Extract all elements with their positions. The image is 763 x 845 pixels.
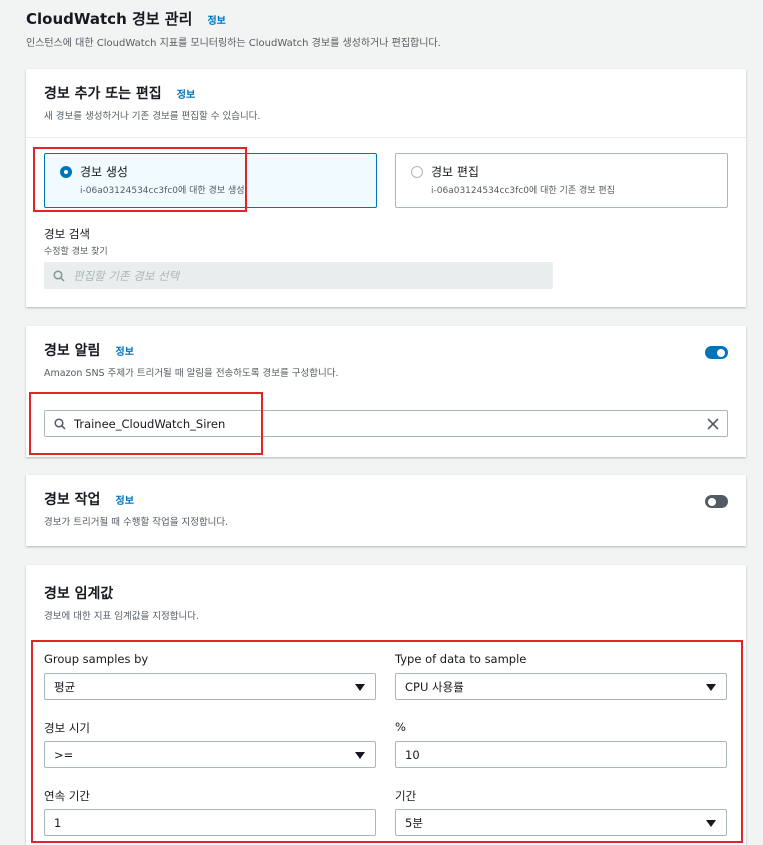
data-type-label: Type of data to sample xyxy=(395,652,527,666)
page-description: 인스턴스에 대한 CloudWatch 지표를 모니터링하는 CloudWatc… xyxy=(26,38,441,49)
action-description: 경보가 트리거될 때 수행할 작업을 지정합니다. xyxy=(44,517,229,528)
period-select[interactable]: 5분 xyxy=(395,809,727,836)
page-header: CloudWatch 경보 관리 정보 인스턴스에 대한 CloudWatch … xyxy=(26,8,441,49)
threshold-description: 경보에 대한 지표 임계값을 지정합니다. xyxy=(44,611,199,622)
action-toggle-knob xyxy=(708,497,716,506)
alarm-search-label: 경보 검색 xyxy=(44,227,90,241)
create-alarm-option[interactable]: 경보 생성 i-06a03124534cc3fc0에 대한 경보 생성 xyxy=(44,153,377,208)
notification-info-link[interactable]: 정보 xyxy=(116,347,134,358)
alarm-when-value: >= xyxy=(54,747,74,762)
page-title: CloudWatch 경보 관리 xyxy=(26,10,193,28)
alarm-when-label: 경보 시기 xyxy=(44,721,90,735)
notification-description: Amazon SNS 주제가 트리거될 때 알림을 전송하도록 경보를 구성합니… xyxy=(44,368,339,379)
threshold-panel: 경보 임계값 경보에 대한 지표 임계값을 지정합니다. Group sampl… xyxy=(26,565,746,845)
threshold-title: 경보 임계값 xyxy=(44,586,114,602)
alarm-search-sub: 수정할 경보 찾기 xyxy=(44,247,108,257)
add-edit-body: 경보 생성 i-06a03124534cc3fc0에 대한 경보 생성 경보 편… xyxy=(26,138,746,308)
data-type-value: CPU 사용률 xyxy=(405,679,464,694)
percent-value: 10 xyxy=(405,747,420,762)
notification-toggle[interactable] xyxy=(705,346,728,359)
caret-down-icon xyxy=(355,684,365,691)
create-alarm-label: 경보 생성 xyxy=(80,165,128,179)
action-title: 경보 작업 xyxy=(44,492,101,508)
consecutive-value: 1 xyxy=(54,815,62,830)
notification-toggle-knob xyxy=(717,348,725,357)
data-type-select[interactable]: CPU 사용률 xyxy=(395,673,727,700)
alarm-search-placeholder: 편집할 기존 경보 선택 xyxy=(73,268,180,283)
edit-alarm-sub: i-06a03124534cc3fc0에 대한 기존 경보 편집 xyxy=(431,186,615,196)
caret-down-icon xyxy=(355,752,365,759)
action-header: 경보 작업 정보 경보가 트리거될 때 수행할 작업을 지정합니다. xyxy=(26,475,746,540)
caret-down-icon xyxy=(706,820,716,827)
consecutive-input[interactable]: 1 xyxy=(44,809,376,836)
add-edit-info-link[interactable]: 정보 xyxy=(177,90,195,101)
period-value: 5분 xyxy=(405,815,423,830)
add-edit-title: 경보 추가 또는 편집 xyxy=(44,86,162,102)
group-by-label: Group samples by xyxy=(44,652,149,666)
clear-icon[interactable] xyxy=(707,418,719,430)
sns-topic-input[interactable]: Trainee_CloudWatch_Siren xyxy=(44,410,728,437)
search-icon xyxy=(54,417,66,430)
create-alarm-radio[interactable] xyxy=(60,166,72,178)
action-toggle[interactable] xyxy=(705,495,728,508)
group-by-select[interactable]: 평균 xyxy=(44,673,376,700)
search-icon xyxy=(53,269,65,282)
create-alarm-sub: i-06a03124534cc3fc0에 대한 경보 생성 xyxy=(80,186,245,196)
sns-topic-value: Trainee_CloudWatch_Siren xyxy=(74,416,226,431)
alarm-search-field: 경보 검색 수정할 경보 찾기 xyxy=(44,226,108,257)
alarm-search-input[interactable]: 편집할 기존 경보 선택 xyxy=(44,262,553,289)
percent-label: % xyxy=(395,720,406,734)
action-info-link[interactable]: 정보 xyxy=(116,496,134,507)
add-edit-header: 경보 추가 또는 편집 정보 새 경보를 생성하거나 기존 경보를 편집할 수 … xyxy=(26,69,746,137)
action-panel: 경보 작업 정보 경보가 트리거될 때 수행할 작업을 지정합니다. xyxy=(26,475,746,546)
edit-alarm-option[interactable]: 경보 편집 i-06a03124534cc3fc0에 대한 기존 경보 편집 xyxy=(395,153,728,208)
add-edit-description: 새 경보를 생성하거나 기존 경보를 편집할 수 있습니다. xyxy=(44,111,261,122)
alarm-when-select[interactable]: >= xyxy=(44,741,376,768)
page-info-link[interactable]: 정보 xyxy=(207,16,225,27)
group-by-value: 평균 xyxy=(54,679,76,694)
notification-header: 경보 알림 정보 Amazon SNS 주제가 트리거될 때 알림을 전송하도록… xyxy=(26,326,746,391)
edit-alarm-radio[interactable] xyxy=(411,166,423,178)
percent-input[interactable]: 10 xyxy=(395,741,727,768)
caret-down-icon xyxy=(706,684,716,691)
notification-title: 경보 알림 xyxy=(44,343,101,359)
edit-alarm-label: 경보 편집 xyxy=(431,165,479,179)
consecutive-label: 연속 기간 xyxy=(44,789,90,803)
add-edit-panel: 경보 추가 또는 편집 정보 새 경보를 생성하거나 기존 경보를 편집할 수 … xyxy=(26,69,746,307)
notification-panel: 경보 알림 정보 Amazon SNS 주제가 트리거될 때 알림을 전송하도록… xyxy=(26,326,746,457)
period-label: 기간 xyxy=(395,789,417,803)
threshold-header: 경보 임계값 경보에 대한 지표 임계값을 지정합니다. xyxy=(26,565,746,634)
